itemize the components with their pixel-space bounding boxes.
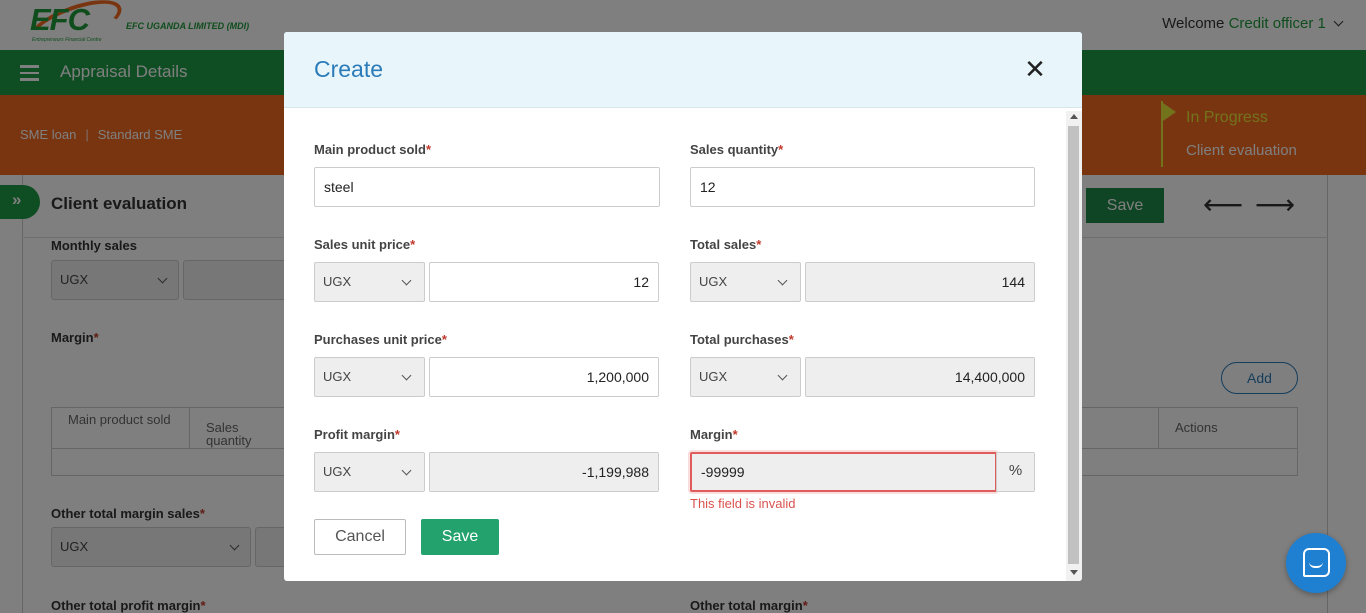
profit-margin-input xyxy=(429,452,659,492)
required-mark: * xyxy=(410,237,416,252)
total-sales-input xyxy=(805,262,1035,302)
purchases-unit-price-label: Purchases unit price* xyxy=(314,332,447,347)
chevron-down-icon xyxy=(401,465,412,476)
margin-label-text: Margin xyxy=(690,427,733,442)
main-product-label: Main product sold* xyxy=(314,142,431,157)
percent-addon: % xyxy=(996,452,1035,492)
chevron-down-icon xyxy=(777,370,788,381)
total-sales-label: Total sales* xyxy=(690,237,761,252)
purchases-unit-price-currency-select[interactable]: UGX xyxy=(314,357,425,397)
scroll-up-icon[interactable] xyxy=(1070,114,1078,119)
currency-value: UGX xyxy=(323,274,352,289)
required-mark: * xyxy=(425,142,432,157)
chevron-down-icon xyxy=(401,370,412,381)
sales-unit-price-label-text: Sales unit price xyxy=(314,237,411,252)
required-mark: * xyxy=(732,427,738,442)
scroll-down-icon[interactable] xyxy=(1070,570,1078,575)
required-mark: * xyxy=(788,332,794,347)
scroll-thumb[interactable] xyxy=(1068,126,1079,564)
profit-margin-label: Profit margin* xyxy=(314,427,400,442)
sales-quantity-input[interactable] xyxy=(690,167,1035,207)
total-purchases-input xyxy=(805,357,1035,397)
create-dialog: Create ✕ Main product sold* Sales quanti… xyxy=(284,32,1082,581)
total-sales-currency-select[interactable]: UGX xyxy=(690,262,801,302)
dialog-header: Create ✕ xyxy=(284,32,1082,108)
required-mark: * xyxy=(394,427,400,442)
save-button[interactable]: Save xyxy=(421,519,499,555)
main-product-input[interactable] xyxy=(314,167,660,207)
margin-input[interactable] xyxy=(690,452,997,492)
chevron-down-icon xyxy=(777,275,788,286)
dialog-scrollbar[interactable] xyxy=(1066,111,1082,581)
sales-unit-price-label: Sales unit price* xyxy=(314,237,415,252)
chat-icon xyxy=(1303,548,1330,577)
chat-launcher-button[interactable] xyxy=(1286,533,1346,593)
purchases-unit-price-label-text: Purchases unit price xyxy=(314,332,442,347)
required-mark: * xyxy=(778,142,784,157)
currency-value: UGX xyxy=(699,369,728,384)
sales-unit-price-input[interactable] xyxy=(429,262,659,302)
currency-value: UGX xyxy=(323,464,352,479)
chevron-down-icon xyxy=(401,275,412,286)
sales-unit-price-currency-select[interactable]: UGX xyxy=(314,262,425,302)
main-product-label-text: Main product sold xyxy=(314,142,426,157)
required-mark: * xyxy=(441,332,447,347)
profit-margin-label-text: Profit margin xyxy=(314,427,395,442)
total-purchases-label: Total purchases* xyxy=(690,332,794,347)
margin-label: Margin* xyxy=(690,427,738,442)
total-sales-label-text: Total sales xyxy=(690,237,757,252)
currency-value: UGX xyxy=(323,369,352,384)
profit-margin-currency-select[interactable]: UGX xyxy=(314,452,425,492)
dialog-title: Create xyxy=(314,56,384,82)
purchases-unit-price-input[interactable] xyxy=(429,357,659,397)
required-mark: * xyxy=(756,237,762,252)
currency-value: UGX xyxy=(699,274,728,289)
close-icon[interactable]: ✕ xyxy=(1024,56,1046,82)
total-purchases-label-text: Total purchases xyxy=(690,332,789,347)
total-purchases-currency-select[interactable]: UGX xyxy=(690,357,801,397)
margin-error-message: This field is invalid xyxy=(690,496,796,511)
sales-quantity-label: Sales quantity* xyxy=(690,142,783,157)
sales-quantity-label-text: Sales quantity xyxy=(690,142,779,157)
cancel-button[interactable]: Cancel xyxy=(314,519,406,555)
